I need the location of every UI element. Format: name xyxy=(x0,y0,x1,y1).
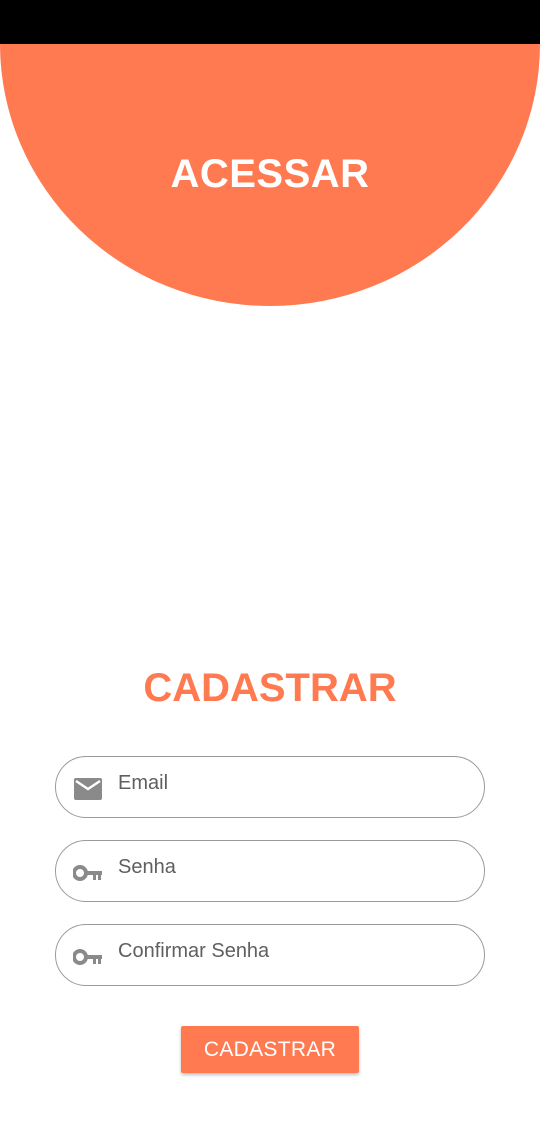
email-field[interactable] xyxy=(55,756,485,818)
senha-input[interactable] xyxy=(118,853,468,881)
email-input[interactable] xyxy=(118,769,468,797)
header-title[interactable]: ACESSAR xyxy=(170,154,369,194)
app-screen: ACESSAR CADASTRAR Email CADASTRAR xyxy=(0,0,540,1123)
cadastrar-button[interactable]: CADASTRAR xyxy=(181,1026,359,1073)
header-arc[interactable]: ACESSAR xyxy=(0,44,540,306)
form-title: CADASTRAR xyxy=(143,666,397,710)
status-bar xyxy=(0,0,540,44)
confirmar-senha-field[interactable] xyxy=(55,924,485,986)
confirmar-senha-input[interactable] xyxy=(118,937,468,965)
senha-field[interactable] xyxy=(55,840,485,902)
key-icon xyxy=(73,858,103,888)
key-icon xyxy=(73,942,103,972)
mail-icon xyxy=(73,774,103,804)
